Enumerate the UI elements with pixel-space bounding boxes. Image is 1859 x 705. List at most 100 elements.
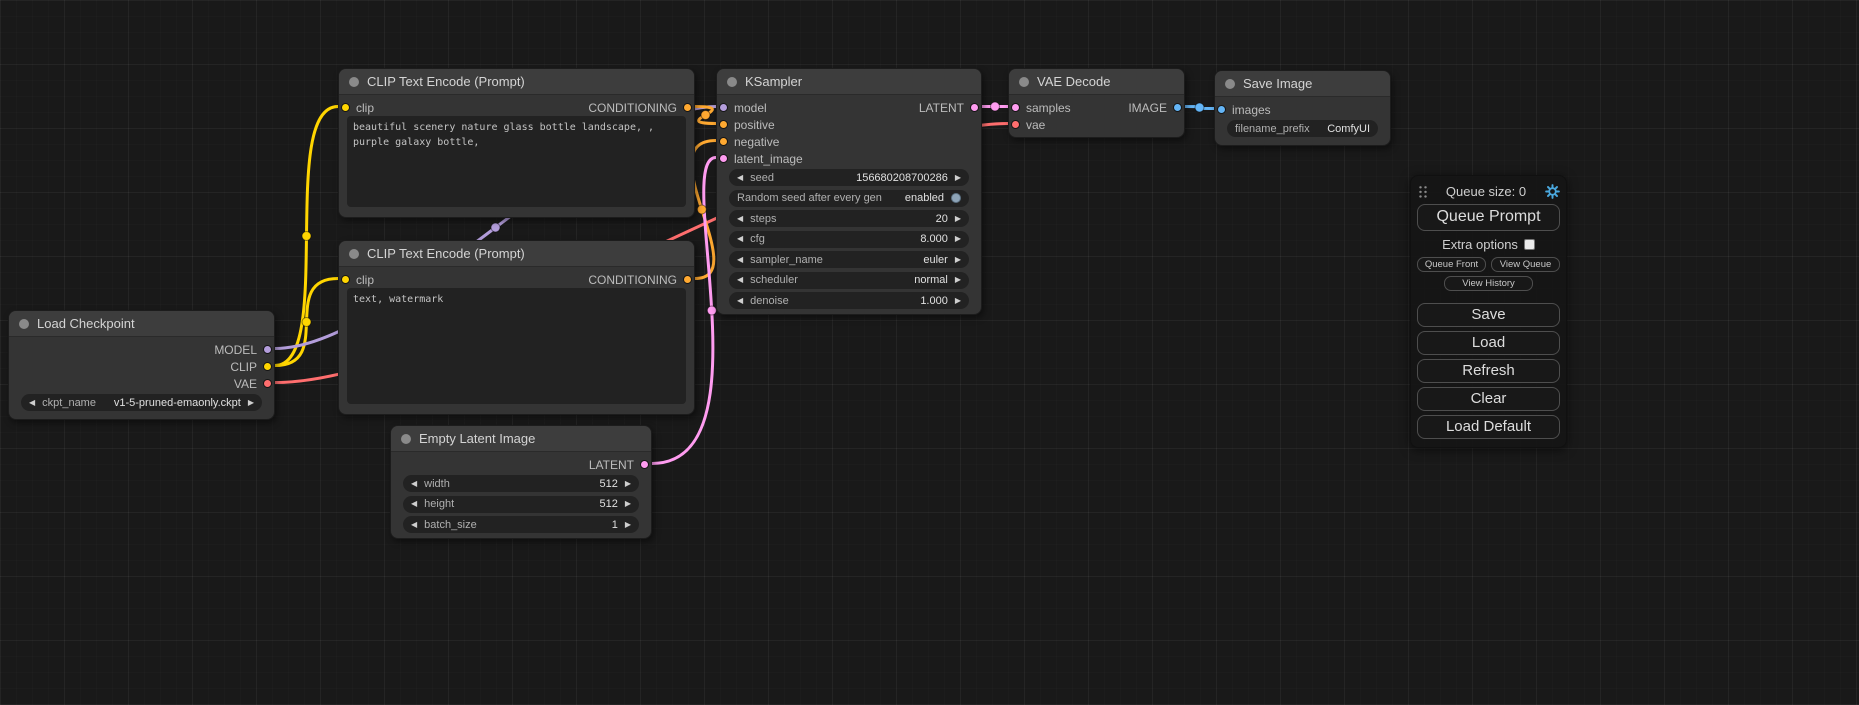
node-load-checkpoint[interactable]: Load Checkpoint MODEL CLIP VAE ◀ ckpt_na… xyxy=(8,310,275,420)
widget-batch-size[interactable]: ◀ batch_size 1 ▶ xyxy=(403,516,639,533)
drag-handle-icon[interactable] xyxy=(1417,184,1427,198)
input-slot-vae[interactable]: vae xyxy=(1014,118,1045,132)
widget-scheduler[interactable]: ◀ scheduler normal ▶ xyxy=(729,272,969,289)
output-slot-image[interactable]: IMAGE xyxy=(1128,101,1179,115)
input-slot-clip[interactable]: clip xyxy=(344,273,374,287)
output-dot-clip[interactable] xyxy=(263,362,272,371)
output-slot-model[interactable]: MODEL xyxy=(214,343,269,357)
output-slot-clip[interactable]: CLIP xyxy=(230,360,269,374)
arrow-left-icon[interactable]: ◀ xyxy=(411,480,417,488)
widget-steps[interactable]: ◀ steps 20 ▶ xyxy=(729,210,969,227)
node-clip-text-encode-positive[interactable]: CLIP Text Encode (Prompt) clip CONDITION… xyxy=(338,68,695,218)
input-slot-clip[interactable]: clip xyxy=(344,101,374,115)
collapse-dot-icon[interactable] xyxy=(19,319,29,329)
arrow-left-icon[interactable]: ◀ xyxy=(411,521,417,529)
output-slot-vae[interactable]: VAE xyxy=(234,377,269,391)
arrow-right-icon[interactable]: ▶ xyxy=(955,276,961,284)
arrow-left-icon[interactable]: ◀ xyxy=(737,215,743,223)
clear-button[interactable]: Clear xyxy=(1417,387,1560,411)
arrow-left-icon[interactable]: ◀ xyxy=(737,174,743,182)
output-dot-latent[interactable] xyxy=(640,460,649,469)
widget-cfg[interactable]: ◀ cfg 8.000 ▶ xyxy=(729,231,969,248)
node-ksampler[interactable]: KSampler model LATENT positive negative xyxy=(716,68,982,315)
node-empty-latent-image[interactable]: Empty Latent Image LATENT ◀ width 512 ▶ … xyxy=(390,425,652,539)
arrow-right-icon[interactable]: ▶ xyxy=(625,521,631,529)
arrow-right-icon[interactable]: ▶ xyxy=(955,256,961,264)
node-title-bar[interactable]: Empty Latent Image xyxy=(391,426,651,452)
collapse-dot-icon[interactable] xyxy=(1225,79,1235,89)
widget-filename-prefix[interactable]: filename_prefix ComfyUI xyxy=(1227,120,1378,137)
arrow-right-icon[interactable]: ▶ xyxy=(625,500,631,508)
queue-front-button[interactable]: Queue Front xyxy=(1417,257,1486,272)
input-dot-clip[interactable] xyxy=(341,103,350,112)
node-title-bar[interactable]: CLIP Text Encode (Prompt) xyxy=(339,69,694,95)
node-save-image[interactable]: Save Image images filename_prefix ComfyU… xyxy=(1214,70,1391,146)
prompt-textarea[interactable]: text, watermark xyxy=(347,288,686,404)
arrow-left-icon[interactable]: ◀ xyxy=(29,399,35,407)
input-slot-negative[interactable]: negative xyxy=(722,135,779,149)
output-slot-latent[interactable]: LATENT xyxy=(919,101,976,115)
node-clip-text-encode-negative[interactable]: CLIP Text Encode (Prompt) clip CONDITION… xyxy=(338,240,695,415)
settings-gear-icon[interactable] xyxy=(1545,184,1560,199)
node-title-bar[interactable]: Save Image xyxy=(1215,71,1390,97)
collapse-dot-icon[interactable] xyxy=(349,77,359,87)
refresh-button[interactable]: Refresh xyxy=(1417,359,1560,383)
widget-ckpt-name[interactable]: ◀ ckpt_name v1-5-pruned-emaonly.ckpt ▶ xyxy=(21,394,262,411)
arrow-left-icon[interactable]: ◀ xyxy=(737,256,743,264)
output-slot-latent[interactable]: LATENT xyxy=(589,458,646,472)
node-vae-decode[interactable]: VAE Decode samples IMAGE vae xyxy=(1008,68,1185,138)
load-default-button[interactable]: Load Default xyxy=(1417,415,1560,439)
save-button[interactable]: Save xyxy=(1417,303,1560,327)
arrow-left-icon[interactable]: ◀ xyxy=(737,235,743,243)
output-dot-conditioning[interactable] xyxy=(683,275,692,284)
input-dot-images[interactable] xyxy=(1217,105,1226,114)
input-dot-latent-image[interactable] xyxy=(719,154,728,163)
collapse-dot-icon[interactable] xyxy=(1019,77,1029,87)
view-history-button[interactable]: View History xyxy=(1444,276,1533,291)
widget-sampler-name[interactable]: ◀ sampler_name euler ▶ xyxy=(729,251,969,268)
output-dot-model[interactable] xyxy=(263,345,272,354)
load-button[interactable]: Load xyxy=(1417,331,1560,355)
node-title-bar[interactable]: CLIP Text Encode (Prompt) xyxy=(339,241,694,267)
node-title-bar[interactable]: VAE Decode xyxy=(1009,69,1184,95)
arrow-right-icon[interactable]: ▶ xyxy=(955,215,961,223)
input-slot-model[interactable]: model xyxy=(722,101,767,115)
input-slot-samples[interactable]: samples xyxy=(1014,101,1071,115)
input-dot-negative[interactable] xyxy=(719,137,728,146)
arrow-right-icon[interactable]: ▶ xyxy=(955,235,961,243)
input-dot-samples[interactable] xyxy=(1011,103,1020,112)
output-dot-latent[interactable] xyxy=(970,103,979,112)
output-slot-conditioning[interactable]: CONDITIONING xyxy=(588,273,689,287)
input-dot-vae[interactable] xyxy=(1011,120,1020,129)
output-dot-vae[interactable] xyxy=(263,379,272,388)
node-title-bar[interactable]: Load Checkpoint xyxy=(9,311,274,337)
input-dot-model[interactable] xyxy=(719,103,728,112)
input-dot-clip[interactable] xyxy=(341,275,350,284)
prompt-textarea[interactable]: beautiful scenery nature glass bottle la… xyxy=(347,116,686,207)
output-dot-conditioning[interactable] xyxy=(683,103,692,112)
node-title-bar[interactable]: KSampler xyxy=(717,69,981,95)
arrow-right-icon[interactable]: ▶ xyxy=(955,174,961,182)
widget-random-seed-toggle[interactable]: Random seed after every gen enabled xyxy=(729,190,969,207)
arrow-right-icon[interactable]: ▶ xyxy=(955,297,961,305)
arrow-left-icon[interactable]: ◀ xyxy=(737,276,743,284)
arrow-right-icon[interactable]: ▶ xyxy=(248,399,254,407)
collapse-dot-icon[interactable] xyxy=(349,249,359,259)
view-queue-button[interactable]: View Queue xyxy=(1491,257,1560,272)
collapse-dot-icon[interactable] xyxy=(401,434,411,444)
toggle-knob-icon[interactable] xyxy=(951,193,961,203)
extra-options-checkbox[interactable] xyxy=(1524,239,1535,250)
arrow-left-icon[interactable]: ◀ xyxy=(737,297,743,305)
arrow-right-icon[interactable]: ▶ xyxy=(625,480,631,488)
collapse-dot-icon[interactable] xyxy=(727,77,737,87)
input-dot-positive[interactable] xyxy=(719,120,728,129)
widget-seed[interactable]: ◀ seed 156680208700286 ▶ xyxy=(729,169,969,186)
queue-prompt-button[interactable]: Queue Prompt xyxy=(1417,204,1560,231)
output-dot-image[interactable] xyxy=(1173,103,1182,112)
arrow-left-icon[interactable]: ◀ xyxy=(411,500,417,508)
widget-height[interactable]: ◀ height 512 ▶ xyxy=(403,496,639,513)
input-slot-latent-image[interactable]: latent_image xyxy=(722,152,803,166)
input-slot-positive[interactable]: positive xyxy=(722,118,775,132)
widget-denoise[interactable]: ◀ denoise 1.000 ▶ xyxy=(729,292,969,309)
input-slot-images[interactable]: images xyxy=(1220,103,1271,117)
